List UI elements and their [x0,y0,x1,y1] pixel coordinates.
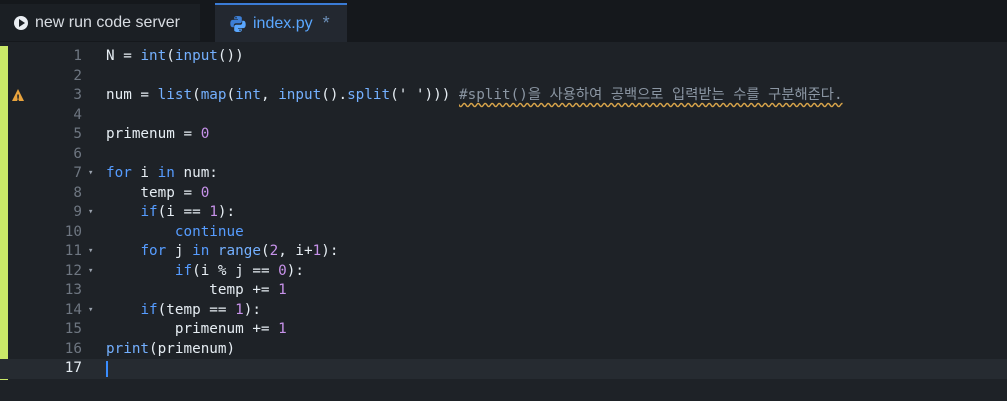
line-number: 9 [73,204,82,220]
tab-label: index.py [253,14,313,32]
text-cursor [106,361,108,377]
code-line[interactable]: 4 [0,106,1007,126]
code-text: print(primenum) [106,340,236,357]
code-line[interactable]: 1 N = int(input()) [0,47,1007,67]
code-text: if(i == 1): [140,204,236,220]
fold-toggle-icon[interactable]: ▾ [88,203,93,223]
tab-new-run-code-server[interactable]: new run code server [0,4,200,41]
line-number: 2 [73,67,82,84]
line-number: 4 [73,106,82,123]
code-text: for i in num: [106,165,218,181]
line-number: 16 [64,340,82,357]
code-editor[interactable]: 1 N = int(input()) 2 3 num = list(map(int, i… [0,42,1007,401]
code-text: N = int(input()) [106,48,244,64]
code-editor-window: new run code server index.py * 1 N = int(… [0,0,1007,401]
code-line[interactable]: 9 ▾ if(i == 1): [0,203,1007,223]
line-number: 12 [64,262,82,279]
code-line[interactable]: 2 [0,67,1007,87]
code-line[interactable]: 12 ▾ if(i % j == 0): [0,262,1007,282]
fold-toggle-icon[interactable]: ▾ [88,262,93,282]
fold-toggle-icon[interactable]: ▾ [88,301,93,321]
line-number: 8 [73,184,82,201]
tab-index-py[interactable]: index.py * [215,3,347,42]
line-number: 1 [73,48,82,64]
code-line[interactable]: 14 ▾ if(temp == 1): [0,301,1007,321]
fold-toggle-icon[interactable]: ▾ [88,164,93,184]
line-number: 7 [73,165,82,181]
code-line[interactable]: 15 primenum += 1 [0,320,1007,340]
code-line[interactable]: 16 print(primenum) [0,340,1007,360]
code-text: if(temp == 1): [140,301,261,318]
code-line[interactable]: 5 primenum = 0 [0,125,1007,145]
code-line[interactable]: 10 continue [0,223,1007,243]
line-number: 5 [73,126,82,142]
code-line[interactable]: 11 ▾ for j in range(2, i+1): [0,242,1007,262]
code-text: for j in range(2, i+1): [140,243,339,259]
code-line[interactable]: 6 [0,145,1007,165]
code-text: continue [174,223,244,240]
line-number: 14 [64,301,82,318]
fold-toggle-icon[interactable]: ▾ [88,242,93,262]
line-number: 10 [64,223,82,240]
code-text: primenum += 1 [106,321,287,337]
code-text: num = list(map(int, input().split(' ')))… [106,87,843,103]
run-icon [14,15,28,30]
line-number: 6 [73,145,82,162]
code-line[interactable]: 8 temp = 0 [0,184,1007,204]
line-number: 17 [64,360,82,376]
tab-label: new run code server [35,13,180,31]
code-text: temp += 1 [106,282,287,298]
line-number: 3 [73,87,82,103]
code-line[interactable]: 17 [0,359,1007,379]
code-line[interactable]: 7 ▾ for i in num: [0,164,1007,184]
line-number: 15 [64,321,82,337]
python-icon [230,15,246,32]
code-line[interactable]: 3 num = list(map(int, input().split(' '))… [0,86,1007,110]
code-text: if(i % j == 0): [174,262,304,279]
line-number: 13 [64,282,82,298]
code-line[interactable]: 13 temp += 1 [0,281,1007,301]
line-number: 11 [64,243,82,259]
code-text: temp = 0 [106,184,210,201]
tab-bar: new run code server index.py * [0,0,1007,42]
warning-icon[interactable] [12,89,24,110]
modified-indicator: * [322,13,330,33]
code-text: primenum = 0 [106,126,210,142]
